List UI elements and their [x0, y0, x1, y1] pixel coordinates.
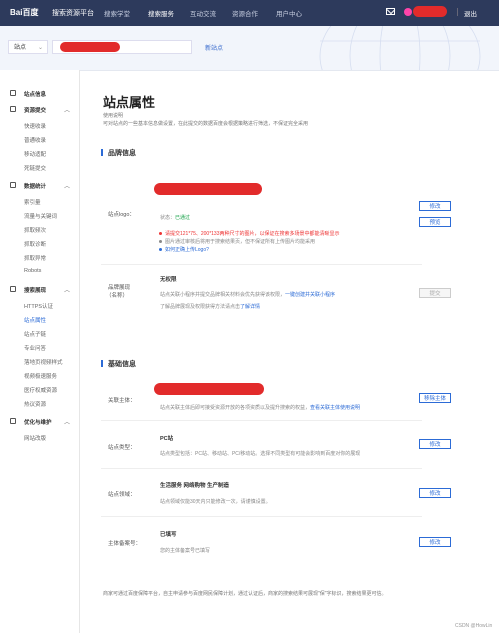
subject-label: 关联主体： [108, 398, 136, 404]
brand-display-desc: 站点关联小程序并提交品牌相关材料会优先获得该权限，一键创建并关联小程序 [160, 292, 336, 298]
main-content: 站点属性 使用说明 可对站点的一些基本信息做设置，在此提交的数据百度会根据策略进行… [90, 70, 499, 633]
platform-title[interactable]: 搜索资源平台 [52, 8, 94, 18]
site-type-label: 站点类型： [108, 445, 136, 451]
chevron-up-icon: ︿ [64, 288, 71, 294]
icp-label: 主体备案号： [108, 541, 142, 547]
site-domain-label: 站点领域： [108, 492, 136, 498]
section-basic-info: 基础信息 [101, 359, 136, 369]
chevron-up-icon: ︿ [64, 184, 71, 190]
brand-display-desc-2: 了解品牌展现及权限获得方法请点击了解详情 [160, 304, 261, 310]
site-type-desc: 站点类型包括：PC站、移动站、PC/移动站。选择不同类型有可能会影响到百度对你的… [160, 451, 361, 457]
section-brand-info: 品牌信息 [101, 148, 136, 158]
icp-value: 已填写 [160, 532, 177, 538]
divider [101, 516, 422, 517]
site-type-select[interactable]: 站点 ⌄ [8, 40, 48, 54]
subject-desc: 站点关联主体后即可接受资源开放的各项资质以及提升搜索的权益，查看关联主体使用说明 [160, 405, 361, 411]
sidebar: 站点信息 资源提交 ︿ 快速收录 普通收录 移动适配 死链提交 数据统计 ︿ 索引量… [0, 70, 80, 633]
redacted-username [413, 6, 447, 17]
chart-icon [10, 182, 16, 188]
watermark: CSDN @HowLin [455, 623, 493, 629]
divider [457, 8, 458, 16]
chevron-up-icon: ︿ [64, 420, 71, 426]
site-domain-modify-button[interactable]: 修改 [419, 488, 451, 498]
nav-resource-cooperation[interactable]: 资源合作 [232, 8, 258, 18]
create-miniprogram-link[interactable]: 一键创建并关联小程序 [285, 292, 335, 298]
redacted-logo [154, 183, 262, 195]
logo-status: 状态：已通过 [160, 215, 191, 221]
home-icon [10, 90, 16, 96]
top-navigation-bar: Bai百度 搜索资源平台 搜索学堂 搜索服务 互动交流 资源合作 用户中心 退出 [0, 0, 499, 26]
learn-more-link[interactable]: 了解详情 [240, 304, 260, 310]
icp-modify-button[interactable]: 修改 [419, 537, 451, 547]
divider [101, 468, 422, 469]
site-domain-desc: 站点领域仅能30天内只能修改一次，请谨慎设置。 [160, 499, 271, 505]
brand-display-label: 品牌展现 （名称） [106, 285, 131, 299]
brand-display-value: 无权限 [160, 277, 177, 283]
mail-icon[interactable] [386, 8, 395, 15]
divider [101, 264, 422, 265]
site-type-modify-button[interactable]: 修改 [419, 439, 451, 449]
avatar[interactable] [404, 8, 412, 16]
page-description: 使用说明 可对站点的一些基本信息做设置，在此提交的数据百度会根据策略进行筛选，不保… [103, 113, 309, 127]
icp-desc: 您的主体备案号已填写 [160, 548, 211, 554]
brand-submit-button[interactable]: 提交 [419, 288, 451, 298]
add-site-link[interactable]: 新站点 [205, 43, 223, 52]
nav-user-center[interactable]: 用户中心 [276, 8, 302, 18]
guarantee-footer-note: 商家可通过百度保障平台，自主申请参与百度网民保障计划，通过认证后，商家的搜索结果… [103, 591, 387, 597]
logo-label: 站点logo： [108, 212, 135, 218]
site-selector-bar: 站点 ⌄ 新站点 [0, 26, 499, 71]
chevron-up-icon: ︿ [64, 108, 71, 114]
subject-help-link[interactable]: 查看关联主体使用说明 [310, 405, 360, 411]
logo-modify-button[interactable]: 修改 [419, 201, 451, 211]
logout-link[interactable]: 退出 [464, 8, 477, 18]
divider [101, 420, 422, 421]
page-title: 站点属性 [103, 95, 156, 110]
redacted-subject [154, 383, 264, 395]
nav-search-academy[interactable]: 搜索学堂 [104, 8, 130, 18]
display-icon [10, 286, 16, 292]
logo-bullet-review: 图片通过审核后将用于搜索结果页，但不保证所有上传图片均能采用 [158, 239, 316, 245]
logo-bullet-size: 请提交121*75、200*133两种尺寸的图片，以保证在搜索多场景中都能清晰显… [158, 231, 340, 237]
nav-search-service[interactable]: 搜索服务 [148, 8, 174, 18]
nav-interaction[interactable]: 互动交流 [190, 8, 216, 18]
tool-icon [10, 418, 16, 424]
remove-subject-button[interactable]: 移除主体 [419, 393, 451, 403]
logo-preview-button[interactable]: 预览 [419, 217, 451, 227]
site-type-value: PC站 [160, 436, 174, 442]
chevron-down-icon: ⌄ [37, 45, 43, 51]
baidu-logo[interactable]: Bai百度 [10, 7, 38, 18]
logo-help-link[interactable]: 如何正确上传Logo? [159, 246, 209, 253]
upload-icon [10, 106, 16, 112]
redacted-site-url [60, 42, 120, 52]
site-domain-value: 生活服务 网络购物 生产制造 [160, 483, 230, 489]
globe-decoration-icon [319, 26, 481, 70]
